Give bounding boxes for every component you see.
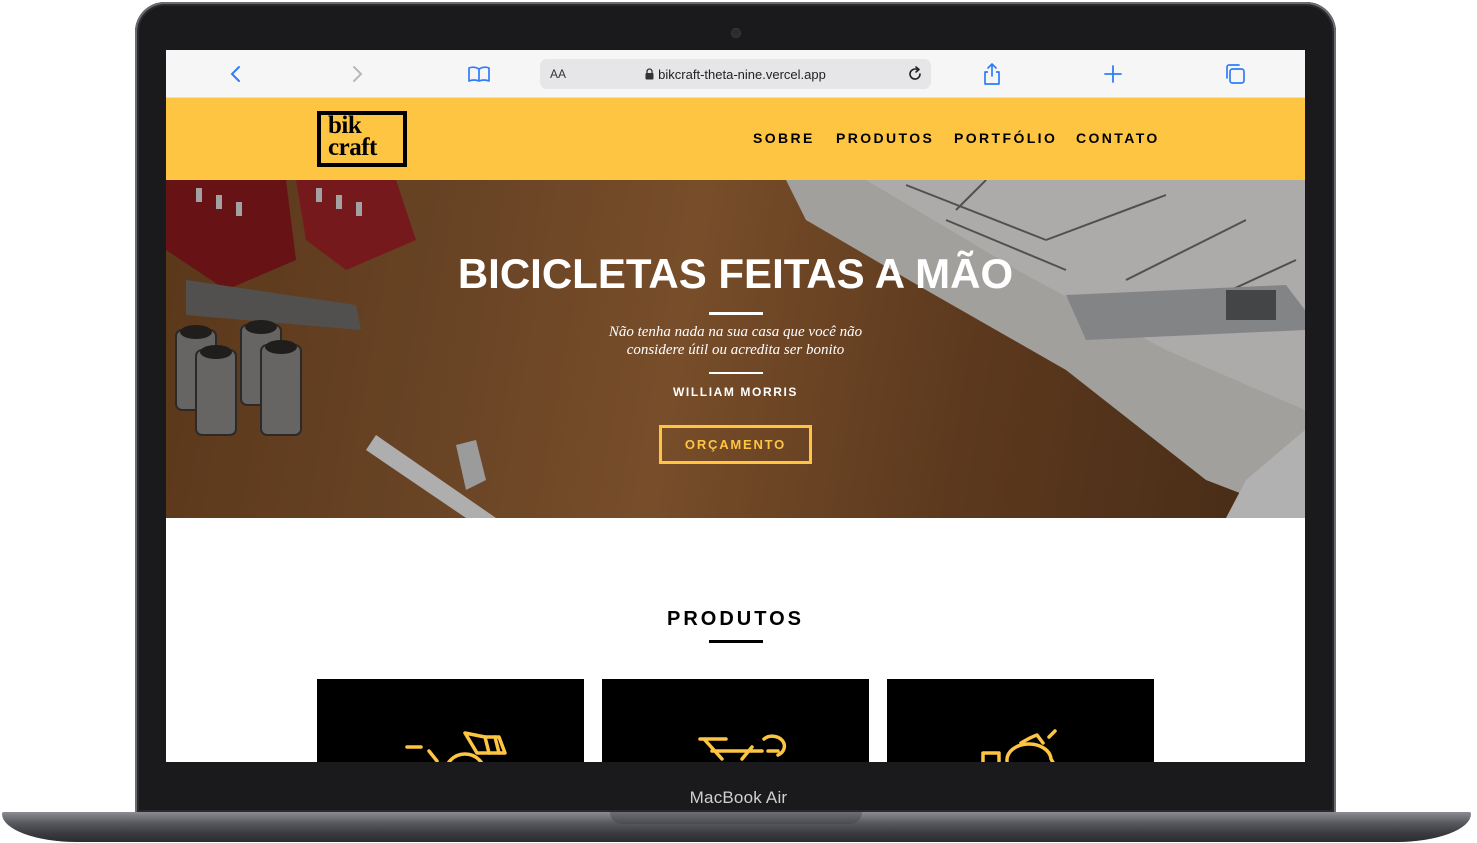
product-card-2[interactable] [602,679,869,762]
tabs-icon[interactable] [1223,62,1247,86]
cargo-bike-icon [405,731,507,762]
reload-icon[interactable] [905,64,925,84]
hero-section: BICICLETAS FEITAS A MÃO Não tenha nada n… [166,180,1305,518]
lock-icon [645,68,654,83]
browser-toolbar: AA bikcraft-theta-nine.vercel.app [166,50,1305,98]
camera [732,29,740,37]
hero-quote-divider [709,372,763,374]
browser-screen: AA bikcraft-theta-nine.vercel.app bik cr [166,50,1305,762]
hero-author: WILLIAM MORRIS [672,385,799,399]
share-icon[interactable] [980,62,1004,86]
back-icon[interactable] [224,62,248,86]
device-label: MacBook Air [689,788,788,807]
nav-sobre[interactable]: SOBRE [753,130,815,146]
nav-contato[interactable]: CONTATO [1076,130,1160,146]
hero-quote-line-2: considere útil ou acredita ser bonito [626,342,845,358]
site-header: bik craft SOBRE PRODUTOS PORTFÓLIO CONTA… [166,98,1305,180]
hero-title: BICICLETAS FEITAS A MÃO [457,250,1014,297]
tandem-bike-icon [698,734,787,761]
logo[interactable]: bik craft [317,111,407,167]
hero-quote-line-1: Não tenha nada na sua casa que você não [608,324,863,340]
product-card-1[interactable] [317,679,584,762]
products-heading: PRODUTOS [667,608,804,630]
forward-icon[interactable] [345,62,369,86]
nav-produtos[interactable]: PRODUTOS [836,130,934,146]
bookmarks-icon[interactable] [467,62,491,86]
quote-button[interactable]: ORÇAMENTO [659,425,812,464]
hero-quote: Não tenha nada na sua casa que você não … [166,323,1305,359]
scooter-icon [981,729,1057,762]
url-bar[interactable]: AA bikcraft-theta-nine.vercel.app [540,59,931,89]
products-divider [709,640,763,643]
logo-line-2: craft [328,134,377,161]
url-text: bikcraft-theta-nine.vercel.app [658,67,826,82]
nav-portfolio[interactable]: PORTFÓLIO [954,130,1057,146]
product-card-3[interactable] [887,679,1154,762]
hero-divider [709,312,763,315]
laptop-base-notch [610,812,862,824]
new-tab-icon[interactable] [1101,62,1125,86]
